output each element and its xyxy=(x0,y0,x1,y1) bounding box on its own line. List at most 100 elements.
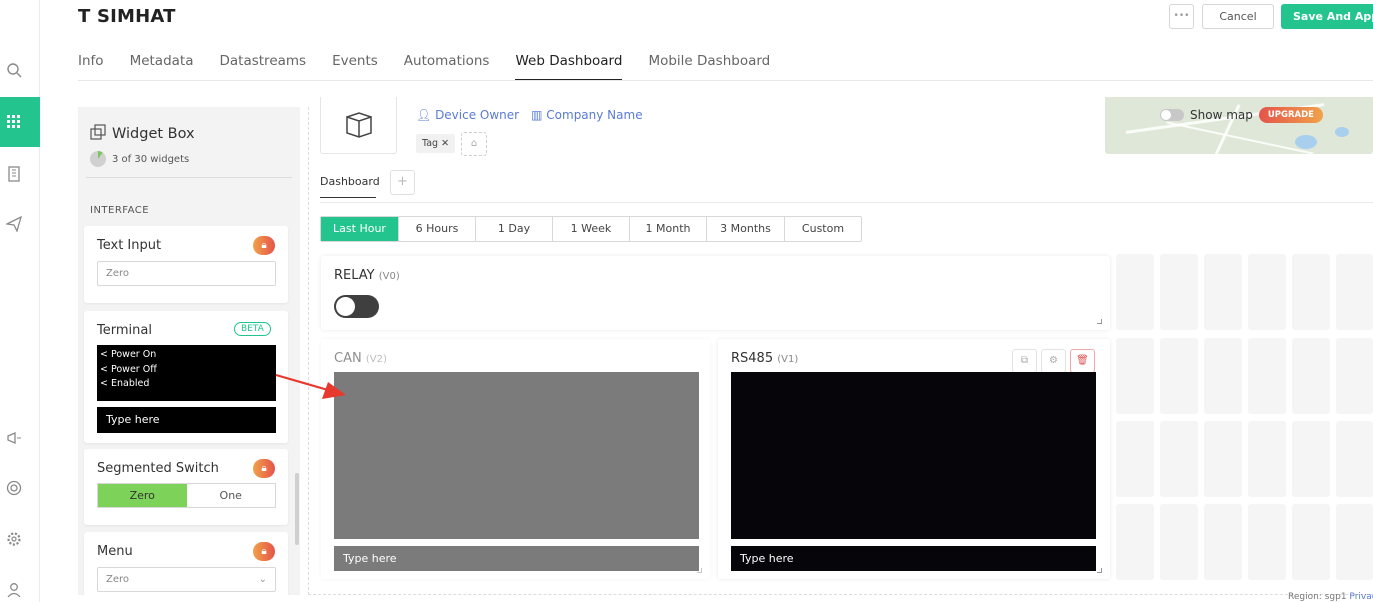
copy-icon[interactable]: ⧉ xyxy=(1012,349,1037,373)
grid-cell xyxy=(1204,338,1242,414)
device-image[interactable] xyxy=(320,97,397,154)
privacy-link[interactable]: Privacy xyxy=(1349,592,1373,602)
terminal-line: < Power Off xyxy=(100,363,157,375)
dashboard-tab-underline xyxy=(320,197,376,198)
add-tag-button[interactable]: ⌂ xyxy=(461,132,487,156)
relay-widget[interactable]: RELAY (V0) xyxy=(321,256,1110,330)
grid-cell xyxy=(1248,338,1286,414)
show-map-switch[interactable] xyxy=(1160,109,1184,121)
tab-automations[interactable]: Automations xyxy=(404,53,490,81)
nav-templates-active[interactable] xyxy=(0,97,40,147)
section-interface: INTERFACE xyxy=(90,205,150,216)
terminal-input-preview: Type here xyxy=(97,407,276,433)
cancel-button[interactable]: Cancel xyxy=(1202,4,1274,29)
terminal-input[interactable]: Type here xyxy=(731,546,1096,571)
region-label: Region: sgp1 xyxy=(1288,592,1347,602)
menu-preview: Zero ⌄ xyxy=(97,567,276,592)
more-options-button[interactable]: ••• xyxy=(1169,4,1194,29)
widget-menu[interactable]: Menu 🔒︎ Zero ⌄ xyxy=(84,532,288,595)
widget-name: Menu xyxy=(97,544,133,559)
resize-handle[interactable] xyxy=(697,568,702,573)
resize-handle[interactable] xyxy=(1097,568,1102,573)
range-6-hours[interactable]: 6 Hours xyxy=(399,217,476,241)
terminal-preview: < Power On < Power Off < Enabled xyxy=(97,345,276,401)
tab-events[interactable]: Events xyxy=(332,53,378,81)
device-owner[interactable]: 👤︎ Device Owner xyxy=(416,108,519,122)
rs485-terminal-widget[interactable]: RS485 (V1) ⧉ ⚙︎ 🗑︎ Type here xyxy=(718,339,1110,579)
range-1-month[interactable]: 1 Month xyxy=(630,217,707,241)
grid-cell xyxy=(1116,504,1154,580)
can-terminal-widget[interactable]: CAN (V2) Type here xyxy=(321,339,710,579)
grid-cell xyxy=(1292,504,1330,580)
show-map-toggle[interactable]: Show map UPGRADE xyxy=(1160,107,1323,123)
widget-box-scrollbar[interactable] xyxy=(295,473,299,545)
beta-badge: BETA xyxy=(234,322,271,336)
map-road xyxy=(1166,121,1314,154)
map-preview xyxy=(1105,97,1373,154)
tag-chip[interactable]: Tag ✕ xyxy=(416,134,456,153)
widget-name: CAN xyxy=(334,351,362,366)
terminal-input[interactable]: Type here xyxy=(334,546,699,571)
trash-icon[interactable]: 🗑︎ xyxy=(1070,349,1095,373)
grid-cell xyxy=(1336,254,1373,330)
grid-cell xyxy=(1160,254,1198,330)
tab-info[interactable]: Info xyxy=(78,53,104,81)
building-icon[interactable] xyxy=(4,164,24,184)
terminal-line: < Power On xyxy=(100,349,157,360)
range-last-hour[interactable]: Last Hour xyxy=(321,217,399,241)
annotation-arrow xyxy=(275,373,346,399)
widget-name: Segmented Switch xyxy=(97,461,219,476)
range-3-months[interactable]: 3 Months xyxy=(707,217,785,241)
widget-count: 3 of 30 widgets xyxy=(90,151,189,167)
add-dashboard-tab-button[interactable]: + xyxy=(390,170,415,195)
usage-pie-icon xyxy=(90,151,106,167)
widget-name: RS485 xyxy=(731,351,774,366)
text-input-preview: Zero xyxy=(97,261,276,286)
terminal-screen xyxy=(334,372,699,539)
widget-pin: (V2) xyxy=(365,354,387,365)
grid-cell xyxy=(1160,421,1198,497)
company-name[interactable]: ▥ Company Name xyxy=(531,108,642,122)
megaphone-icon[interactable] xyxy=(4,428,24,448)
grid-cell xyxy=(1204,504,1242,580)
segment-option: Zero xyxy=(98,484,187,507)
tab-metadata[interactable]: Metadata xyxy=(130,53,194,81)
tab-datastreams[interactable]: Datastreams xyxy=(220,53,307,81)
tab-mobile-dashboard[interactable]: Mobile Dashboard xyxy=(648,53,770,81)
grid-icon xyxy=(4,112,24,132)
widget-name: Text Input xyxy=(97,238,162,253)
range-1-day[interactable]: 1 Day xyxy=(476,217,553,241)
dashboard-tab[interactable]: Dashboard xyxy=(320,175,380,188)
close-icon[interactable]: ✕ xyxy=(441,138,449,149)
map-water xyxy=(1295,135,1317,149)
menu-value: Zero xyxy=(106,574,130,585)
lifebuoy-icon[interactable] xyxy=(4,478,24,498)
widget-text-input[interactable]: Text Input 🔒︎ Zero xyxy=(84,226,288,303)
save-and-apply-button[interactable]: Save And Apply xyxy=(1281,4,1373,29)
grid-cell xyxy=(1336,338,1373,414)
time-range-selector: Last Hour 6 Hours 1 Day 1 Week 1 Month 3… xyxy=(320,216,862,242)
tab-web-dashboard[interactable]: Web Dashboard xyxy=(515,53,622,81)
template-tabs: Info Metadata Datastreams Events Automat… xyxy=(78,53,796,81)
user-icon[interactable] xyxy=(4,580,24,600)
widget-box-panel: Widget Box 3 of 30 widgets INTERFACE Tex… xyxy=(78,107,300,595)
grid-cell xyxy=(1160,504,1198,580)
left-nav-rail xyxy=(0,0,40,602)
resize-handle[interactable] xyxy=(1097,319,1102,324)
gear-icon[interactable] xyxy=(4,529,24,549)
building-icon: ▥ xyxy=(531,108,543,122)
send-icon[interactable] xyxy=(4,214,24,234)
grid-cell xyxy=(1248,504,1286,580)
relay-switch[interactable] xyxy=(334,295,379,318)
upgrade-badge[interactable]: UPGRADE xyxy=(1258,107,1323,123)
gear-icon[interactable]: ⚙︎ xyxy=(1041,349,1066,373)
widget-terminal[interactable]: Terminal BETA < Power On < Power Off < E… xyxy=(84,311,288,443)
widget-box-title-text: Widget Box xyxy=(112,126,195,142)
widget-segmented-switch[interactable]: Segmented Switch 🔒︎ Zero One xyxy=(84,449,288,525)
grid-cell xyxy=(1292,254,1330,330)
grid-cell xyxy=(1204,254,1242,330)
search-icon[interactable] xyxy=(4,60,24,80)
range-1-week[interactable]: 1 Week xyxy=(553,217,630,241)
range-custom[interactable]: Custom xyxy=(785,217,861,241)
widget-title: RELAY (V0) xyxy=(334,268,400,283)
